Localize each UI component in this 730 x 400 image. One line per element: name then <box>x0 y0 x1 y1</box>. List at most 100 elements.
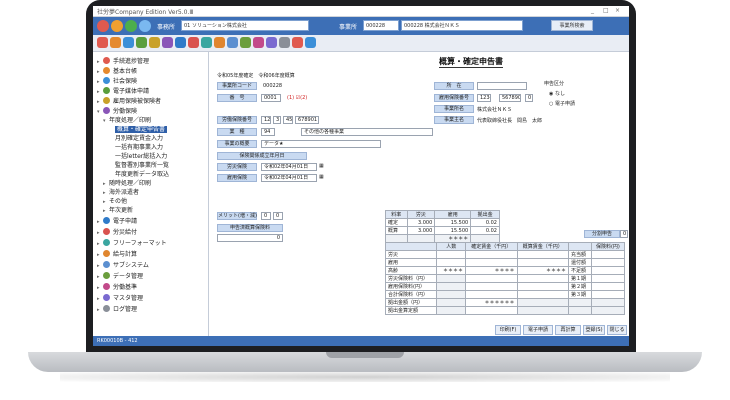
labor-no-4[interactable]: 678901 <box>295 116 319 124</box>
table-cell[interactable]: 3.000 <box>406 218 436 227</box>
tool-icon-4[interactable] <box>136 37 147 48</box>
worker-comp-date-input[interactable]: 令和02年04月01日 <box>261 163 317 171</box>
emp-ins-no-2[interactable]: 567890 <box>499 94 521 102</box>
table-cell[interactable] <box>465 306 518 315</box>
register-button[interactable]: 登録(S) <box>583 325 605 335</box>
number-input[interactable]: 0001 <box>261 94 281 102</box>
minimize-button[interactable]: _ <box>591 7 594 14</box>
table-cell[interactable] <box>465 282 518 291</box>
table-cell[interactable] <box>590 274 626 283</box>
sidebar-item-media-application[interactable]: ▸ 電子媒体申請 <box>97 86 149 95</box>
table-cell[interactable] <box>436 258 467 267</box>
tool-icon-16[interactable] <box>292 37 303 48</box>
category-name[interactable]: その他の各種事業 <box>301 128 433 136</box>
sidebar-item-overseas[interactable]: ▸ 海外派遣者 <box>103 187 139 196</box>
table-cell[interactable]: 0.02 <box>470 218 500 227</box>
sidebar-item-labor-insurance[interactable]: ▾ 労働保険 <box>97 106 137 115</box>
home-icon[interactable] <box>97 20 109 32</box>
tool-icon-9[interactable] <box>201 37 212 48</box>
office-select[interactable]: 01 ソリューション株式会社 <box>181 20 309 31</box>
sidebar-item-estimated-report[interactable]: 概算・確定申告書 <box>115 124 168 133</box>
recalculate-button[interactable]: 再計算 <box>555 325 581 335</box>
table-cell[interactable] <box>465 250 518 259</box>
employer-code-input[interactable]: 000228 <box>363 20 399 31</box>
category-code-input[interactable]: 94 <box>261 128 275 136</box>
sidebar-item-e-application[interactable]: ▸ 電子申請 <box>97 216 137 225</box>
calendar-icon[interactable]: ▦ <box>319 163 324 169</box>
sidebar-item-bulk-project[interactable]: 一括有期事業入力 <box>115 142 163 151</box>
tool-icon-15[interactable] <box>279 37 290 48</box>
employment-date-input[interactable]: 令和02年04月01日 <box>261 174 317 182</box>
sidebar-item-payroll[interactable]: ▸ 給与計算 <box>97 249 137 258</box>
location-input[interactable] <box>477 82 527 90</box>
sidebar-item-office-list[interactable]: 監督署別事業所一覧 <box>115 160 169 169</box>
employer-search-button[interactable]: 事業所検索 <box>551 20 593 31</box>
table-cell[interactable]: 15.500 <box>434 218 472 227</box>
tool-icon-17[interactable] <box>305 37 316 48</box>
tool-icon-14[interactable] <box>266 37 277 48</box>
tool-icon-7[interactable] <box>175 37 186 48</box>
table-cell[interactable] <box>516 290 570 299</box>
tool-icon-5[interactable] <box>149 37 160 48</box>
business-input[interactable]: データ★ <box>261 140 381 148</box>
sidebar-item-progress[interactable]: ▸ 手続進捗管理 <box>97 56 149 65</box>
sidebar-item-annual-update[interactable]: ▸ 年次更新 <box>103 205 133 214</box>
sidebar-item-data-management[interactable]: ▸ データ管理 <box>97 271 143 280</box>
print-button[interactable]: 印刷(F) <box>495 325 521 335</box>
tool-icon-10[interactable] <box>214 37 225 48</box>
report-type-none[interactable]: ◉ なし <box>549 90 565 97</box>
tool-icon-6[interactable] <box>162 37 173 48</box>
partial-input[interactable]: 0 <box>620 230 628 238</box>
table-cell[interactable]: 3.000 <box>406 226 436 235</box>
table-cell[interactable]: 15.500 <box>434 226 472 235</box>
sidebar-item-labor-standards[interactable]: ▸ 労働基準 <box>97 282 137 291</box>
sidebar-item-bulk-summary[interactable]: 一括letter総括入力 <box>115 151 167 160</box>
tool-icon-11[interactable] <box>227 37 238 48</box>
table-cell[interactable] <box>516 250 570 259</box>
tool-icon-1[interactable] <box>97 37 108 48</box>
sidebar-item-log[interactable]: ▸ ログ管理 <box>97 304 137 313</box>
table-cell[interactable] <box>590 258 626 267</box>
table-cell[interactable] <box>516 258 570 267</box>
labor-no-1[interactable]: 12 <box>261 116 271 124</box>
special-input[interactable]: 0 <box>217 234 283 242</box>
close-form-button[interactable]: 閉じる <box>607 325 627 335</box>
table-cell[interactable] <box>516 282 570 291</box>
table-cell[interactable] <box>465 258 518 267</box>
table-cell[interactable] <box>465 274 518 283</box>
table-cell[interactable]: 0.02 <box>470 226 500 235</box>
sidebar-item-other[interactable]: ▸ その他 <box>103 196 127 205</box>
emp-ins-no-3[interactable]: 0 <box>525 94 533 102</box>
tool-icon-8[interactable] <box>188 37 199 48</box>
sidebar-item-social-insurance[interactable]: ▸ 社会保険 <box>97 76 137 85</box>
close-button[interactable]: × <box>615 7 620 14</box>
sidebar-item-data-import[interactable]: 年度更新データ取込 <box>115 169 169 178</box>
emp-ins-no-1[interactable]: 1234 <box>477 94 491 102</box>
help-icon[interactable] <box>139 20 151 32</box>
table-cell[interactable] <box>436 250 467 259</box>
tool-icon-13[interactable] <box>253 37 264 48</box>
sidebar-item-master[interactable]: ▸ マスタ管理 <box>97 293 143 302</box>
sidebar-item-employment-insured[interactable]: ▸ 雇用保険被保険者 <box>97 96 161 105</box>
menu-icon[interactable] <box>111 20 123 32</box>
sidebar-item-adhoc[interactable]: ▸ 随時処理／印刷 <box>103 178 151 187</box>
table-cell[interactable] <box>590 250 626 259</box>
sidebar-group-yearly[interactable]: ▾ 年度処理／印刷 <box>103 115 151 124</box>
table-cell[interactable] <box>465 290 518 299</box>
refresh-icon[interactable] <box>125 20 137 32</box>
employer-name-select[interactable]: 000228 株式会社ＮＫＳ <box>401 20 523 31</box>
e-application-button[interactable]: 電子申請 <box>523 325 553 335</box>
report-type-electronic[interactable]: ○ 電子申請 <box>549 100 575 107</box>
sidebar-item-ledger[interactable]: ▸ 基本台帳 <box>97 66 137 75</box>
tool-icon-12[interactable] <box>240 37 251 48</box>
rate-input-2[interactable]: 0 <box>273 212 283 220</box>
labor-no-2[interactable]: 3 <box>273 116 281 124</box>
labor-no-3[interactable]: 45 <box>283 116 293 124</box>
sidebar-item-subsystem[interactable]: ▸ サブシステム <box>97 260 149 269</box>
maximize-button[interactable]: □ <box>603 7 609 14</box>
sidebar-item-free-format[interactable]: ▸ フリーフォーマット <box>97 238 167 247</box>
table-cell[interactable] <box>590 282 626 291</box>
table-cell[interactable] <box>516 274 570 283</box>
tool-icon-3[interactable] <box>123 37 134 48</box>
sidebar-item-monthly-wage[interactable]: 月別確定賃金入力 <box>115 133 163 142</box>
